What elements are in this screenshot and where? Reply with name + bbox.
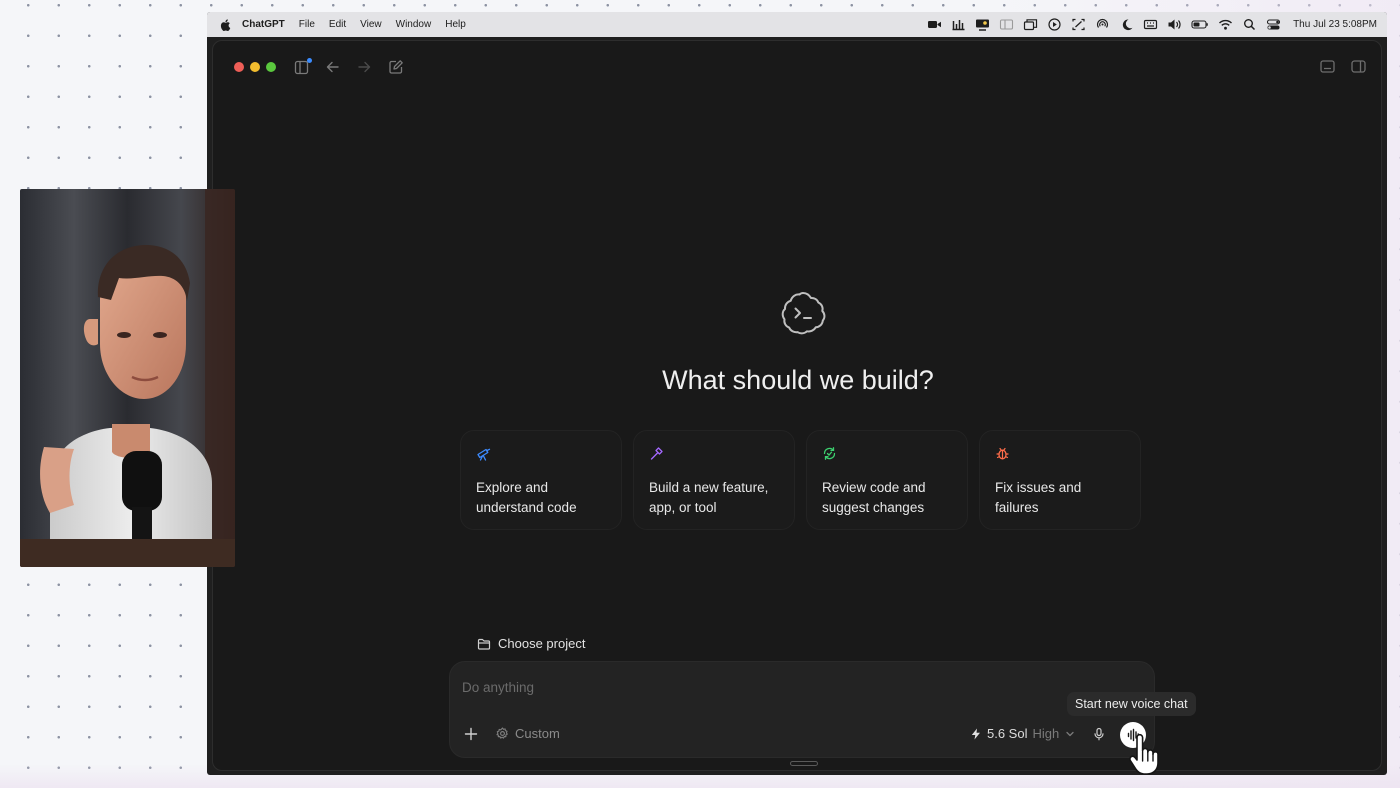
search-icon[interactable] [1242, 18, 1257, 31]
plus-icon [464, 727, 478, 741]
volume-icon[interactable] [1167, 18, 1182, 31]
model-name: 5.6 Sol [987, 726, 1028, 741]
suggestion-card-label: Explore and understand code [476, 480, 577, 515]
play-circle-icon[interactable] [1047, 18, 1062, 31]
lightning-icon [971, 728, 980, 739]
refresh-check-icon [823, 447, 836, 460]
stacked-windows-icon[interactable] [1023, 18, 1038, 31]
menu-view[interactable]: View [360, 19, 382, 30]
app-window: What should we build? Explore and unders… [212, 40, 1382, 775]
settings-gear-icon [496, 727, 508, 739]
forward-button[interactable] [355, 58, 373, 76]
screenshot-tool-icon[interactable] [1071, 18, 1086, 31]
presenter-video [20, 189, 235, 567]
arrow-left-icon [326, 61, 339, 73]
menu-window[interactable]: Window [396, 19, 432, 30]
menu-help[interactable]: Help [445, 19, 466, 30]
voice-chat-tooltip: Start new voice chat [1067, 692, 1196, 716]
microphone-icon [1094, 727, 1104, 741]
chevron-down-icon [1066, 731, 1074, 736]
activity-monitor-icon[interactable] [951, 18, 966, 31]
arrow-right-icon [358, 61, 371, 73]
menu-clock[interactable]: Thu Jul 23 5:08PM [1293, 19, 1377, 30]
window-layout-icon[interactable] [999, 18, 1014, 31]
side-panel-icon[interactable] [1350, 58, 1367, 75]
suggestion-card-review[interactable]: Review code and suggest changes [806, 430, 968, 530]
window-controls [234, 62, 276, 72]
folder-icon [477, 638, 491, 650]
dictation-button[interactable] [1092, 727, 1106, 741]
telescope-icon [477, 448, 491, 461]
zoom-window-button[interactable] [266, 62, 276, 72]
screen-share-icon[interactable] [975, 18, 990, 31]
wifi-icon[interactable] [1218, 18, 1233, 31]
back-button[interactable] [324, 58, 342, 76]
custom-mode-button[interactable]: Custom [496, 726, 560, 741]
terminal-panel-icon[interactable] [1319, 58, 1336, 75]
bug-icon [996, 447, 1009, 460]
reasoning-effort: High [1032, 726, 1060, 741]
notification-dot [307, 58, 312, 63]
choose-project-button[interactable]: Choose project [477, 636, 585, 651]
keyboard-icon[interactable] [1143, 18, 1158, 31]
suggestion-card-fix[interactable]: Fix issues and failures [979, 430, 1141, 530]
toggle-sidebar-button[interactable] [293, 58, 312, 76]
compose-icon [389, 60, 403, 74]
webcam-overlay [20, 189, 235, 567]
suggestion-card-label: Build a new feature, app, or tool [649, 480, 769, 515]
prompt-input[interactable] [462, 676, 962, 698]
screen: ChatGPT File Edit View Window Help Thu J… [207, 12, 1387, 775]
battery-icon[interactable] [1191, 18, 1209, 31]
airdrop-icon[interactable] [1095, 18, 1110, 31]
suggestion-card-build[interactable]: Build a new feature, app, or tool [633, 430, 795, 530]
status-tray: Thu Jul 23 5:08PM [927, 12, 1377, 37]
apple-icon[interactable] [219, 18, 233, 32]
codex-cloud-icon [781, 292, 826, 335]
suggestion-card-label: Review code and suggest changes [822, 480, 926, 515]
hand-pointer-icon [1129, 733, 1159, 775]
resize-handle[interactable] [790, 761, 818, 766]
page-title: What should we build? [662, 365, 934, 395]
moon-icon[interactable] [1119, 18, 1134, 31]
model-selector[interactable]: 5.6 Sol High [970, 726, 1076, 741]
video-camera-icon[interactable] [927, 18, 942, 31]
control-center-icon[interactable] [1266, 18, 1281, 31]
menu-edit[interactable]: Edit [329, 19, 346, 30]
menu-bar: ChatGPT File Edit View Window Help Thu J… [207, 12, 1387, 37]
new-chat-button[interactable] [387, 58, 405, 76]
minimize-window-button[interactable] [250, 62, 260, 72]
custom-mode-label: Custom [515, 726, 560, 741]
hand-pointer-cursor [1123, 731, 1169, 775]
hammer-icon [650, 447, 663, 460]
choose-project-label: Choose project [498, 636, 586, 651]
suggestion-card-label: Fix issues and failures [995, 480, 1082, 515]
suggestion-cards: Explore and understand code Build a new … [460, 430, 1141, 530]
suggestion-card-explore[interactable]: Explore and understand code [460, 430, 622, 530]
add-attachment-button[interactable] [464, 727, 478, 741]
close-window-button[interactable] [234, 62, 244, 72]
menu-file[interactable]: File [299, 19, 315, 30]
window-toolbar-right [1319, 58, 1367, 75]
menu-app-name[interactable]: ChatGPT [242, 19, 285, 30]
composer: Custom 5.6 Sol High [449, 661, 1155, 758]
